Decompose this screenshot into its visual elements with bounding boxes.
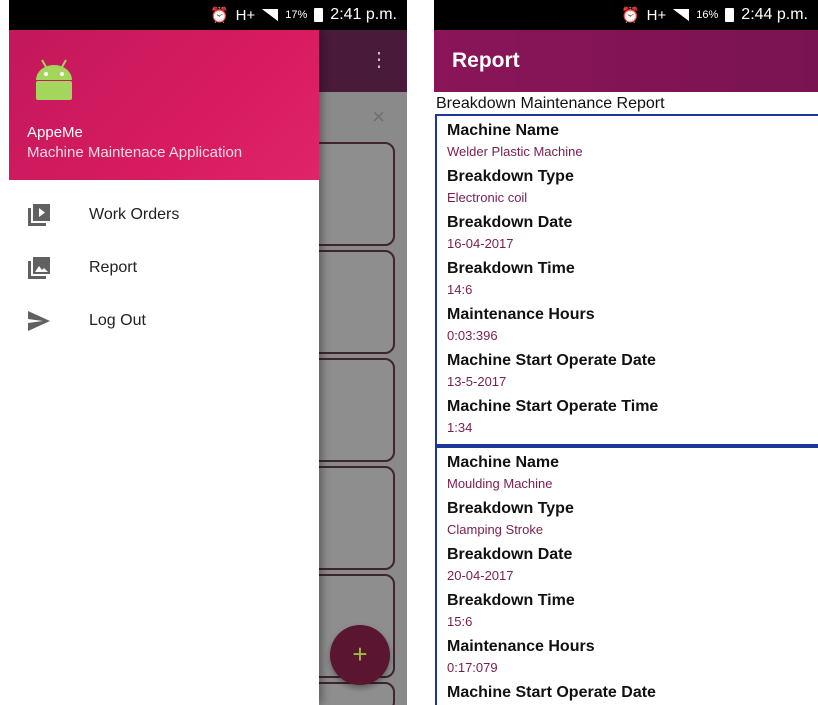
alarm-clock-icon: ⏰ [209,7,229,24]
field-label: Machine Start Operate Date [447,684,656,701]
field-label: Maintenance Hours [447,306,595,323]
background-card [309,682,395,705]
field-value: Clamping Stroke [447,522,544,537]
menu-item-label: Log Out [89,311,146,329]
report-record[interactable]: Machine Name Moulding Machine Breakdown … [435,446,818,705]
status-bar: ⏰ H+ 17% 2:41 p.m. [9,0,407,30]
signal-icon [262,9,279,21]
network-type: H+ [646,6,667,24]
status-bar: ⏰ H+ 16% 2:44 p.m. [434,0,818,30]
menu-item-label: Work Orders [89,205,180,223]
field-label: Breakdown Date [447,214,573,231]
field-value: 1:34 [447,420,473,435]
field-value: Electronic coil [447,190,528,205]
field-value: 15:6 [447,614,473,629]
field-value: 13-5-2017 [447,374,507,389]
background-card [309,466,395,570]
field-label: Machine Name [447,122,560,139]
field-label: Machine Name [447,454,560,471]
drawer-header: AppeMe Machine Maintenace Application [9,30,319,180]
field-value: 0:17:079 [447,660,498,675]
left-phone-screen: ⏰ H+ 17% 2:41 p.m. ⋮ × + AppeMe Machine … [9,0,407,705]
menu-item-log-out[interactable]: Log Out [9,294,319,347]
right-phone-screen: ⏰ H+ 16% 2:44 p.m. Report Breakdown Main… [434,0,818,705]
drawer-app-subtitle: Machine Maintenace Application [27,144,243,161]
drawer-app-name: AppeMe [27,124,83,141]
app-bar: Report [434,30,818,92]
background-card [309,142,395,246]
menu-item-report[interactable]: Report [9,241,319,294]
field-value: 16-04-2017 [447,236,514,251]
field-value: 20-04-2017 [447,568,514,583]
menu-item-label: Report [89,258,138,276]
menu-item-work-orders[interactable]: Work Orders [9,188,319,241]
page-title: Report [452,49,520,72]
battery-percent: 17% [285,9,308,21]
alarm-clock-icon: ⏰ [620,7,640,24]
status-time: 2:44 p.m. [741,6,808,23]
field-label: Breakdown Type [447,168,574,185]
overflow-menu-icon[interactable]: ⋮ [369,50,389,70]
battery-icon [725,8,735,22]
send-icon [27,309,51,333]
signal-icon [673,9,690,21]
video-library-icon [27,203,51,227]
close-icon[interactable]: × [372,104,385,130]
background-card [309,250,395,354]
field-label: Breakdown Time [447,592,575,609]
background-card [309,358,395,462]
android-logo-icon [36,59,72,100]
field-label: Breakdown Time [447,260,575,277]
report-list[interactable]: Machine Name Welder Plastic Machine Brea… [435,114,818,705]
field-label: Maintenance Hours [447,638,595,655]
field-value: Moulding Machine [447,476,553,491]
network-type: H+ [235,6,256,24]
drawer-menu: Work Orders Report Log Out [9,180,319,347]
photo-library-icon [27,256,51,280]
navigation-drawer: AppeMe Machine Maintenace Application Wo… [9,30,319,705]
field-value: 14:6 [447,282,473,297]
battery-percent: 16% [696,9,719,21]
field-label: Breakdown Date [447,546,573,563]
field-label: Breakdown Type [447,500,574,517]
report-heading: Breakdown Maintenance Report [436,95,665,112]
field-value: Welder Plastic Machine [447,144,583,159]
report-record[interactable]: Machine Name Welder Plastic Machine Brea… [435,114,818,446]
status-time: 2:41 p.m. [330,6,397,23]
battery-icon [314,8,324,22]
field-label: Machine Start Operate Date [447,352,656,369]
field-label: Machine Start Operate Time [447,398,659,415]
add-fab-button[interactable]: + [330,625,390,685]
field-value: 0:03:396 [447,328,498,343]
